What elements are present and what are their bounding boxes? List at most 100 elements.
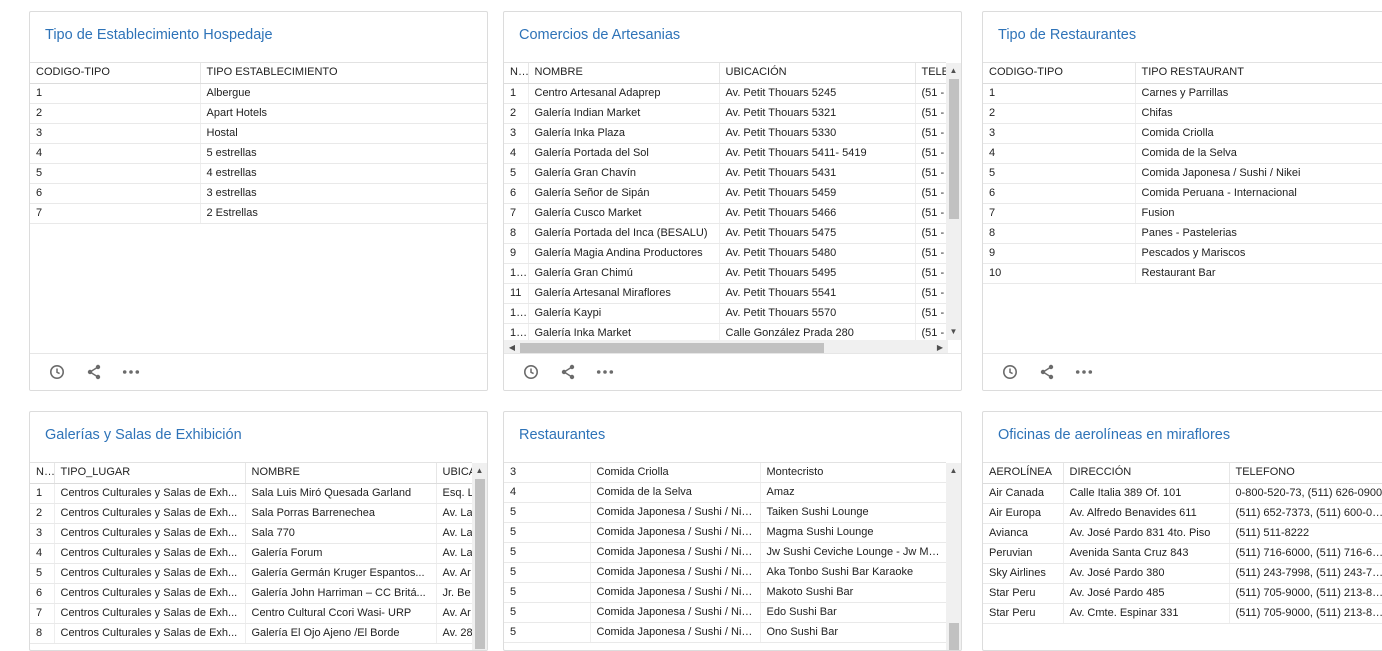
table-row[interactable]: 8 Galería Portada del Inca (BESALU) Av. Pe… (504, 223, 946, 244)
more-icon[interactable] (596, 363, 614, 381)
table-row[interactable]: Air Canada Calle Italia 389 Of. 101 0-800-… (983, 483, 1382, 504)
column-header[interactable]: UBICACIÓN (719, 63, 916, 84)
table-row[interactable]: 5 Comida Japonesa / Sushi / Nikei Magma Su… (504, 522, 946, 543)
vertical-scrollbar[interactable]: ▲ (946, 463, 961, 650)
table-row[interactable]: 45 estrellas (30, 143, 487, 164)
table-row[interactable]: Peruvian Avenida Santa Cruz 843 (511) 716-… (983, 543, 1382, 564)
column-header[interactable]: UBICA (436, 463, 472, 484)
column-header[interactable]: N° (504, 63, 529, 84)
table-row[interactable]: 5 Comida Japonesa / Sushi / Nikei Makoto S… (504, 582, 946, 603)
table-cell: Av. Petit Thouars 5570 (719, 303, 916, 324)
share-icon[interactable] (559, 363, 577, 381)
table-row[interactable]: 3 Hostal (30, 123, 487, 144)
table-row[interactable]: 5 Galería Gran Chavín Av. Petit Thouars 54… (504, 163, 946, 184)
table-row[interactable]: Star Peru Av. José Pardo 485 (511) 705-900… (983, 583, 1382, 604)
table-cell: Comida Japonesa / Sushi / Nikei (590, 602, 761, 623)
table-row[interactable]: 3 Centros Culturales y Salas de Exh... Sal… (30, 523, 472, 544)
table-row[interactable]: 13 Galería Inka Market Calle González Prad… (504, 323, 946, 341)
column-header[interactable]: CODIGO-TIPO (983, 63, 1136, 84)
column-header[interactable]: N° (30, 463, 55, 484)
card-title[interactable]: Restaurantes (519, 427, 605, 443)
table-row[interactable]: 1 Albergue (30, 83, 487, 104)
more-icon[interactable] (122, 363, 140, 381)
table-row[interactable]: 9 Pescados y Mariscos (983, 243, 1382, 264)
table-row[interactable]: 2 Chifas (983, 103, 1382, 124)
column-header[interactable]: NOMBRE (245, 463, 437, 484)
table-row[interactable]: Avianca Av. José Pardo 831 4to. Piso (511)… (983, 523, 1382, 544)
scroll-thumb[interactable] (949, 623, 959, 650)
scroll-down-arrow[interactable]: ▼ (946, 326, 961, 338)
card-title[interactable]: Tipo de Restaurantes (998, 27, 1136, 43)
column-header[interactable]: TIPO RESTAURANT (1135, 63, 1382, 84)
scroll-thumb[interactable] (949, 79, 959, 219)
table-cell: Centros Culturales y Salas de Exh... (54, 503, 246, 524)
table-row[interactable]: Sky Airlines Av. José Pardo 380 (511) 243-… (983, 563, 1382, 584)
column-header[interactable]: DIRECCIÓN (1063, 463, 1230, 484)
more-icon[interactable] (1075, 363, 1093, 381)
table-row[interactable]: 3 Comida Criolla (983, 123, 1382, 144)
table-row[interactable]: 7 Fusion (983, 203, 1382, 224)
column-header[interactable]: TIPO ESTABLECIMIENTO (200, 63, 487, 84)
table-row[interactable]: 8 Panes - Pastelerias (983, 223, 1382, 244)
table-cell: Av. Petit Thouars 5431 (719, 163, 916, 184)
table-row[interactable]: 54 estrellas (30, 163, 487, 184)
clock-icon[interactable] (48, 363, 66, 381)
scroll-thumb[interactable] (520, 343, 824, 353)
card-title[interactable]: Comercios de Artesanias (519, 27, 680, 43)
vertical-scrollbar[interactable]: ▲ (472, 463, 487, 650)
vertical-scrollbar[interactable]: ▲ ▼ (946, 63, 961, 340)
column-header[interactable]: CODIGO-TIPO (30, 63, 201, 84)
table-row[interactable]: 4 Comida de la Selva (983, 143, 1382, 164)
table-row[interactable]: 5 Comida Japonesa / Sushi / Nikei Aka Tonb… (504, 562, 946, 583)
table-row[interactable]: 72 Estrellas (30, 203, 487, 224)
clock-icon[interactable] (522, 363, 540, 381)
column-header[interactable]: TIPO_LUGAR (54, 463, 246, 484)
table-row[interactable]: 4 Galería Portada del Sol Av. Petit Thouar… (504, 143, 946, 164)
table-row[interactable]: 6 Comida Peruana - Internacional (983, 183, 1382, 204)
column-header[interactable]: TELE (915, 63, 946, 84)
table-row[interactable]: 1 Centros Culturales y Salas de Exh... Sal… (30, 483, 472, 504)
table-row[interactable]: 10 Galería Gran Chimú Av. Petit Thouars 54… (504, 263, 946, 284)
table-row[interactable]: 7 Centros Culturales y Salas de Exh... Cen… (30, 603, 472, 624)
card-title[interactable]: Tipo de Establecimiento Hospedaje (45, 27, 273, 43)
column-header[interactable]: TELEFONO (1229, 463, 1382, 484)
table-row[interactable]: 12 Galería Kaypi Av. Petit Thouars 5570 (51… (504, 303, 946, 324)
table-row[interactable]: 5 Comida Japonesa / Sushi / Nikei Edo Sush… (504, 602, 946, 623)
clock-icon[interactable] (1001, 363, 1019, 381)
scroll-thumb[interactable] (475, 479, 485, 649)
table-row[interactable]: 6 Centros Culturales y Salas de Exh... Gal… (30, 583, 472, 604)
table-row[interactable]: 11 Galería Artesanal Miraflores Av. Petit … (504, 283, 946, 304)
table-row[interactable]: 9 Galería Magia Andina Productores Av. Pet… (504, 243, 946, 264)
column-header[interactable]: NOMBRE (528, 63, 720, 84)
table-cell: Galería Portada del Inca (BESALU) (528, 223, 720, 244)
table-row[interactable]: 5 Comida Japonesa / Sushi / Nikei Jw Sushi… (504, 542, 946, 563)
share-icon[interactable] (1038, 363, 1056, 381)
table-row[interactable]: 2 Galería Indian Market Av. Petit Thouars … (504, 103, 946, 124)
table-row[interactable]: 2 Centros Culturales y Salas de Exh... Sal… (30, 503, 472, 524)
share-icon[interactable] (85, 363, 103, 381)
table-row[interactable]: 1 Centro Artesanal Adaprep Av. Petit Thoua… (504, 83, 946, 104)
scroll-up-arrow[interactable]: ▲ (946, 465, 961, 477)
table-row[interactable]: 4 Centros Culturales y Salas de Exh... Gal… (30, 543, 472, 564)
column-header[interactable]: AEROLÍNEA (983, 463, 1064, 484)
scroll-up-arrow[interactable]: ▲ (946, 65, 961, 77)
table-row[interactable]: Star Peru Av. Cmte. Espinar 331 (511) 705-… (983, 603, 1382, 624)
table-row[interactable]: 8 Centros Culturales y Salas de Exh... Gal… (30, 623, 472, 644)
table-row[interactable]: 63 estrellas (30, 183, 487, 204)
table-row[interactable]: 7 Galería Cusco Market Av. Petit Thouars 5… (504, 203, 946, 224)
table-row[interactable]: 5 Comida Japonesa / Sushi / Nikei (983, 163, 1382, 184)
card-title[interactable]: Oficinas de aerolíneas en miraflores (998, 427, 1230, 443)
table-row[interactable]: 6 Galería Señor de Sipán Av. Petit Thouars… (504, 183, 946, 204)
table-row[interactable]: 2 Apart Hotels (30, 103, 487, 124)
scroll-up-arrow[interactable]: ▲ (472, 465, 487, 477)
card-title[interactable]: Galerías y Salas de Exhibición (45, 427, 242, 443)
table-row[interactable]: 5 Centros Culturales y Salas de Exh... Gal… (30, 563, 472, 584)
table-row[interactable]: 3 Galería Inka Plaza Av. Petit Thouars 533… (504, 123, 946, 144)
table-row[interactable]: 3 Comida Criolla Montecristo (504, 463, 946, 483)
table-row[interactable]: 1 Carnes y Parrillas (983, 83, 1382, 104)
table-row[interactable]: 4 Comida de la Selva Amaz (504, 482, 946, 503)
table-row[interactable]: Air Europa Av. Alfredo Benavides 611 (511)… (983, 503, 1382, 524)
table-row[interactable]: 10 Restaurant Bar (983, 263, 1382, 284)
table-row[interactable]: 5 Comida Japonesa / Sushi / Nikei Taiken S… (504, 502, 946, 523)
header-row: CODIGO-TIPO TIPO RESTAURANT (983, 63, 1382, 84)
